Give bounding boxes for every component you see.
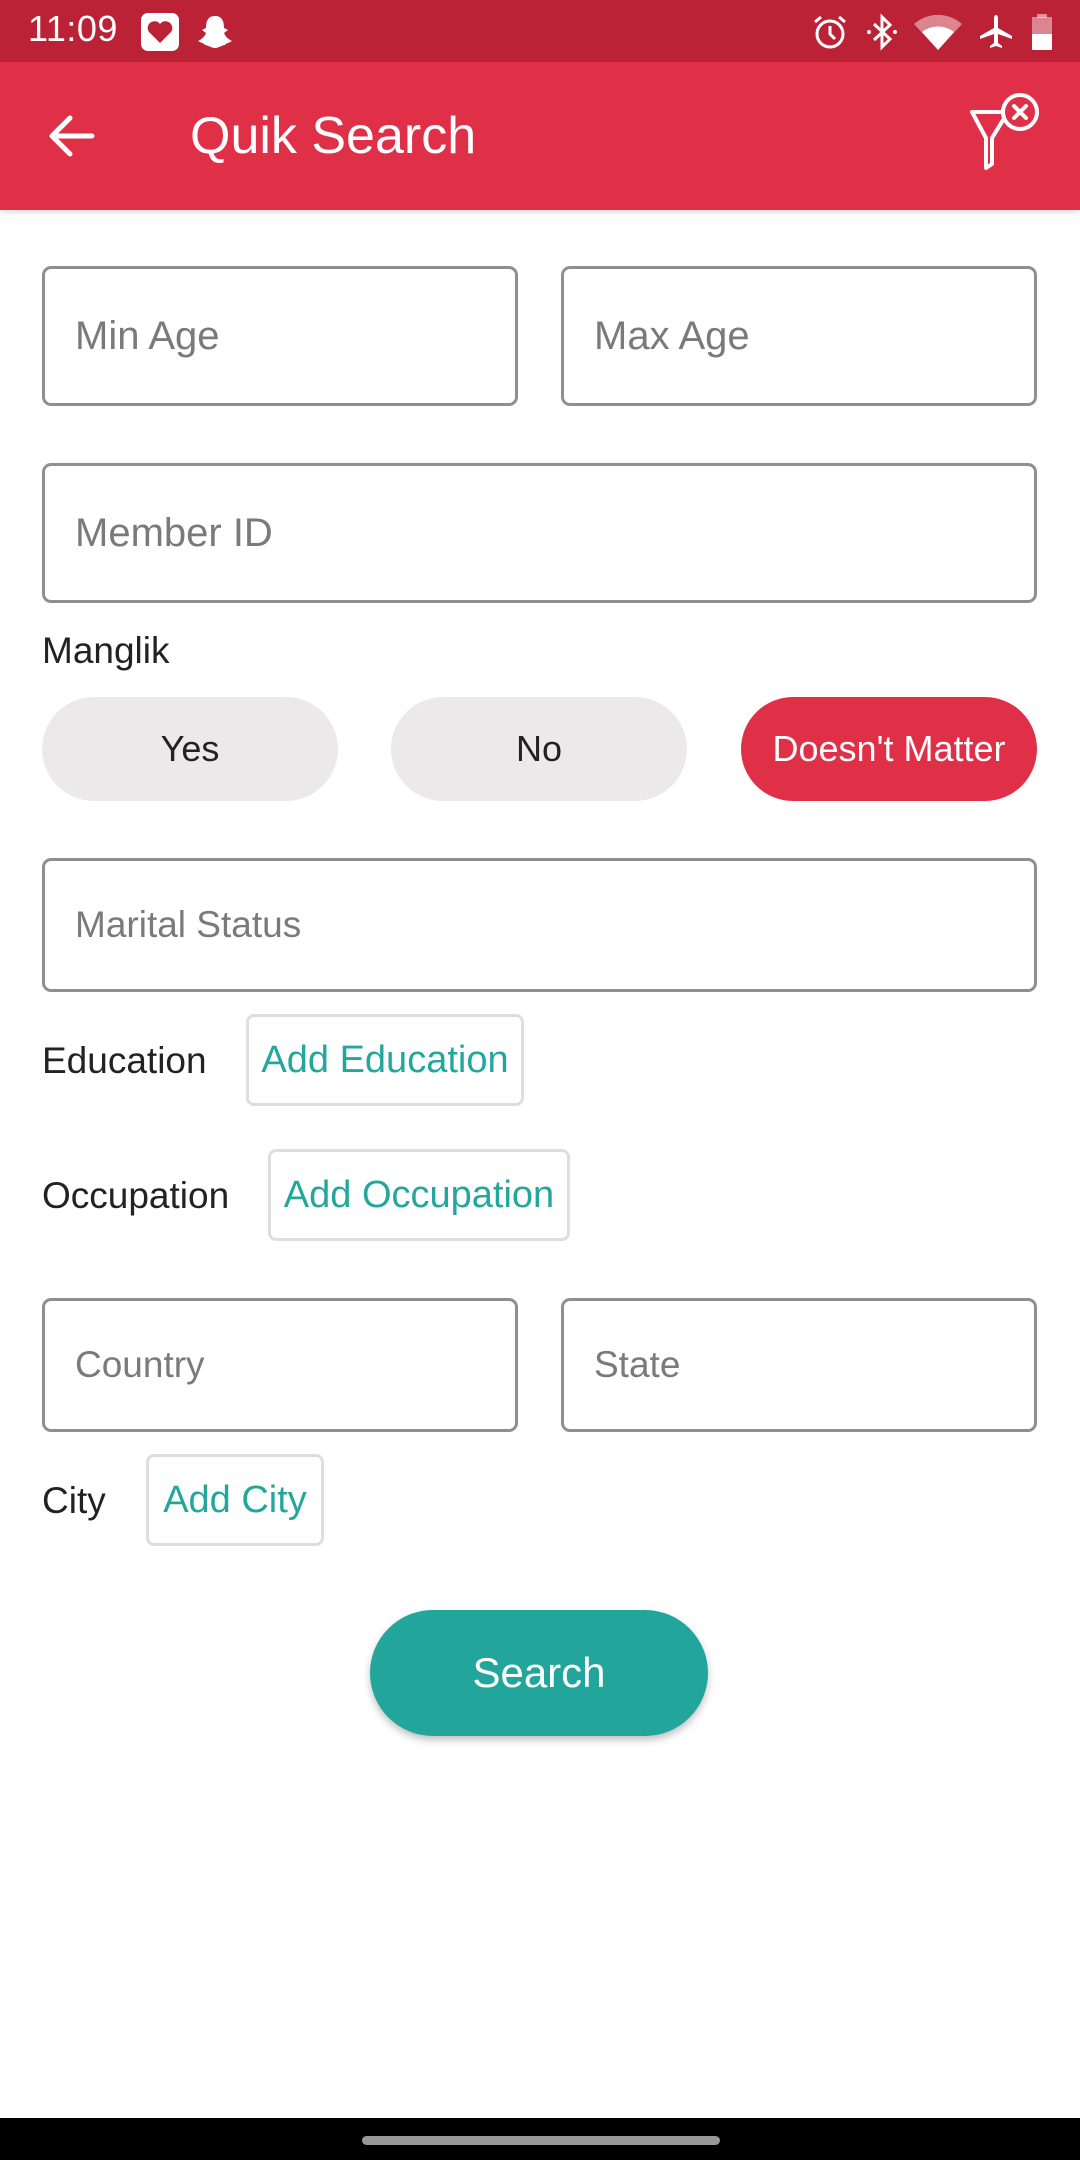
member-id-input[interactable] <box>75 466 1034 600</box>
manglik-no-option[interactable]: No <box>391 697 687 801</box>
status-time: 11:09 <box>28 8 118 49</box>
manglik-label: Manglik <box>42 630 170 671</box>
state-input[interactable] <box>594 1301 1034 1429</box>
country-input[interactable] <box>75 1301 515 1429</box>
arrow-left-icon <box>49 115 95 157</box>
battery-icon <box>1032 14 1052 50</box>
min-age-input[interactable] <box>75 269 515 403</box>
max-age-input[interactable] <box>594 269 1034 403</box>
country-field[interactable] <box>42 1298 518 1432</box>
min-age-field[interactable] <box>42 266 518 406</box>
education-label: Education <box>42 1040 207 1081</box>
alarm-icon <box>814 15 846 49</box>
search-button[interactable]: Search <box>370 1610 708 1736</box>
home-gesture-handle[interactable] <box>362 2136 720 2145</box>
back-button[interactable] <box>44 108 100 164</box>
filter-clear-icon <box>970 93 1039 170</box>
snapchat-icon <box>198 16 232 48</box>
app-bar: Quik Search <box>0 62 1080 210</box>
wifi-icon <box>914 14 962 50</box>
city-label: City <box>42 1480 106 1521</box>
airplane-mode-icon <box>980 15 1012 48</box>
status-bar: 11:09 <box>0 0 1080 62</box>
add-city-button[interactable]: Add City <box>146 1454 324 1546</box>
member-id-field[interactable] <box>42 463 1037 603</box>
health-app-icon <box>141 13 179 51</box>
manglik-yes-option[interactable]: Yes <box>42 697 338 801</box>
marital-status-field[interactable] <box>42 858 1037 992</box>
bluetooth-icon <box>867 13 897 51</box>
occupation-label: Occupation <box>42 1175 230 1216</box>
clear-filter-button[interactable] <box>960 90 1050 190</box>
marital-status-input[interactable] <box>75 861 1034 989</box>
add-education-button[interactable]: Add Education <box>246 1014 524 1106</box>
page-title: Quik Search <box>190 107 477 165</box>
max-age-field[interactable] <box>561 266 1037 406</box>
manglik-doesnt-matter-option[interactable]: Doesn't Matter <box>741 697 1037 801</box>
state-field[interactable] <box>561 1298 1037 1432</box>
add-occupation-button[interactable]: Add Occupation <box>268 1149 570 1241</box>
